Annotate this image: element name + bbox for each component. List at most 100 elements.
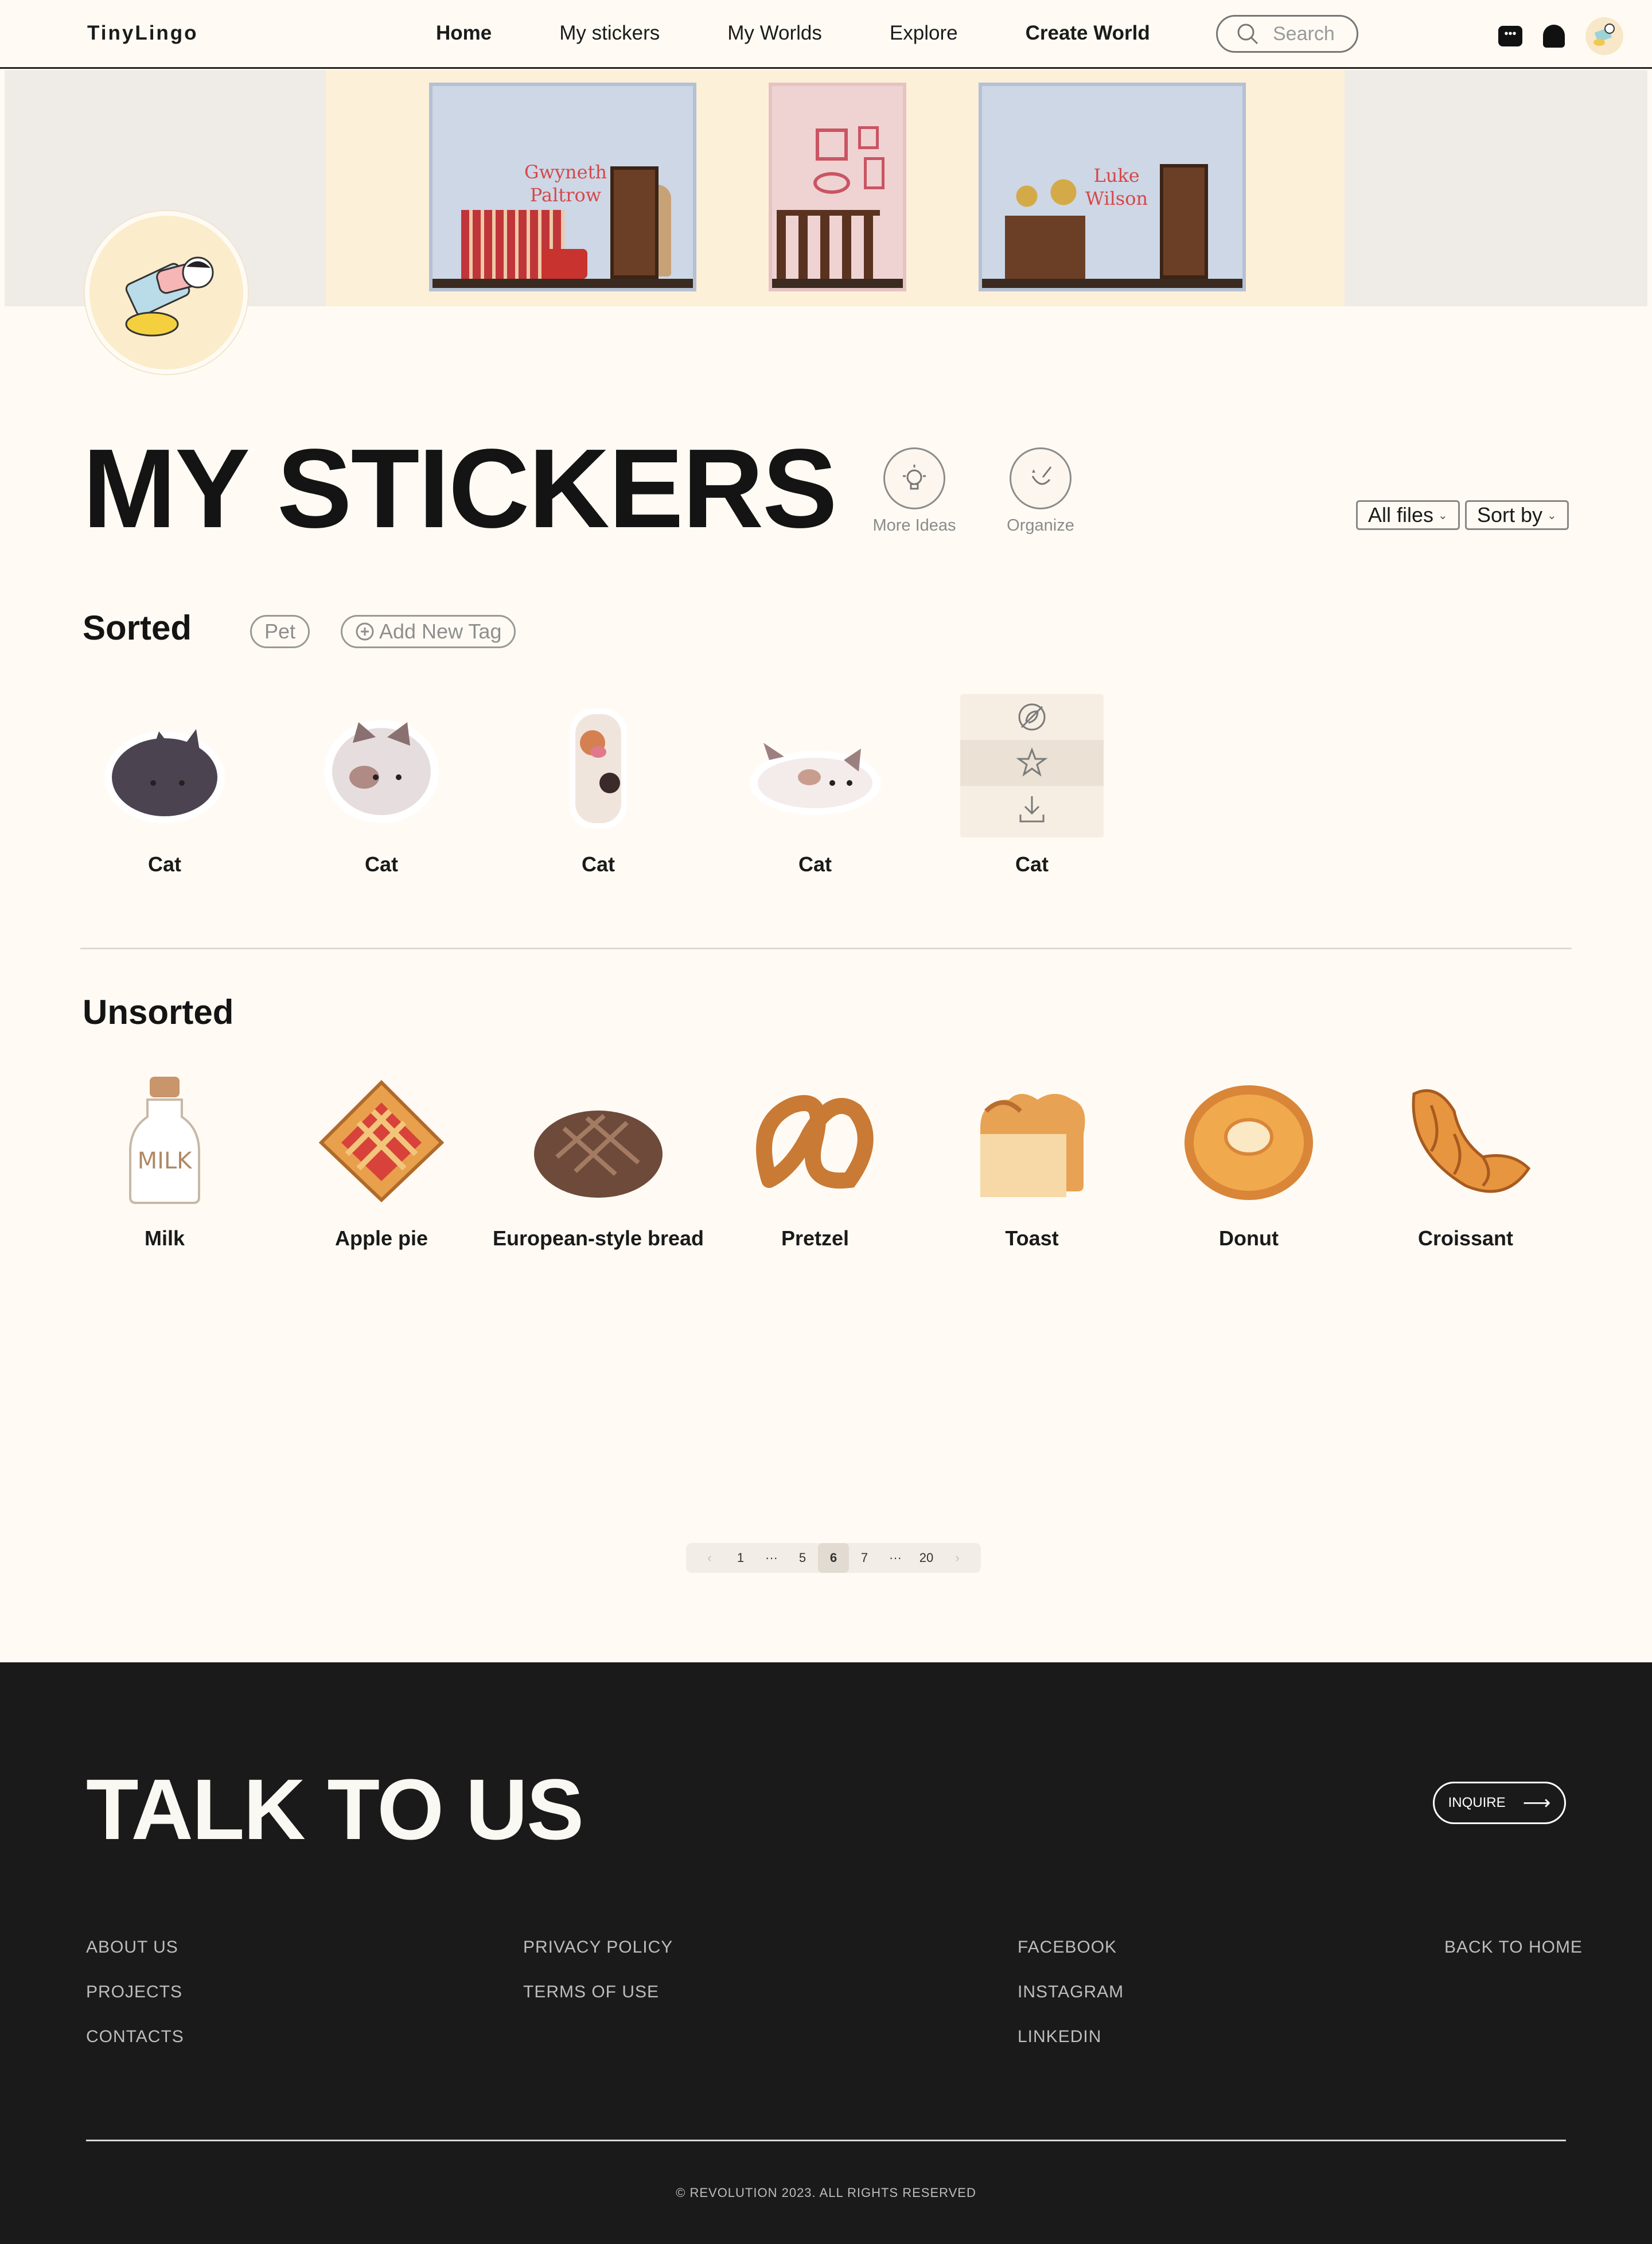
footer-link-about[interactable]: ABOUT US	[86, 1938, 184, 1957]
room-thumbnail[interactable]: Gwyneth Paltrow	[429, 83, 696, 291]
frame-illustration	[816, 128, 848, 161]
lightbulb-icon	[883, 447, 945, 509]
more-ideas-label: More Ideas	[872, 516, 956, 535]
download-action[interactable]	[960, 786, 1104, 832]
milk-sticker-image: MILK	[93, 1068, 236, 1211]
add-tag-button[interactable]: Add New Tag	[341, 615, 516, 648]
hide-action[interactable]	[960, 694, 1104, 740]
door-illustration	[1160, 164, 1208, 279]
frame-illustration	[864, 157, 885, 189]
room-thumbnail[interactable]	[769, 83, 906, 291]
sticker-name: Cat	[364, 852, 398, 876]
sticker-card-hover[interactable]: Cat	[924, 694, 1140, 878]
logo[interactable]: TinyLingo	[87, 22, 198, 45]
add-tag-label: Add New Tag	[379, 620, 502, 643]
room-label: Luke Wilson	[1085, 165, 1148, 209]
sticker-name: European-style bread	[492, 1226, 704, 1250]
plus-circle-icon	[356, 622, 374, 641]
nav-create-world[interactable]: Create World	[1026, 22, 1150, 45]
page-button[interactable]: 1	[725, 1543, 756, 1573]
sticker-name: Milk	[144, 1226, 185, 1250]
page-button[interactable]: 5	[787, 1543, 818, 1573]
profile-banner: Gwyneth Paltrow Luke Wilson	[5, 70, 1647, 306]
footer-link-facebook[interactable]: FACEBOOK	[1018, 1938, 1124, 1957]
nav-my-worlds[interactable]: My Worlds	[727, 22, 822, 45]
footer-col-company: ABOUT US PROJECTS CONTACTS	[86, 1938, 184, 2047]
sticker-thumb	[960, 694, 1104, 837]
sorted-heading: Sorted	[83, 609, 192, 647]
tag-pet[interactable]: Pet	[250, 615, 310, 648]
chat-icon[interactable]: •••	[1498, 26, 1522, 46]
cat-sticker-image	[310, 694, 453, 837]
footer-link-instagram[interactable]: INSTAGRAM	[1018, 1982, 1124, 2002]
nav-explore[interactable]: Explore	[890, 22, 958, 45]
footer-col-social: FACEBOOK INSTAGRAM LINKEDIN	[1018, 1938, 1124, 2047]
sticker-card[interactable]: Apple pie	[273, 1068, 490, 1252]
footer: TALK TO US INQUIRE ⟶ ABOUT US PROJECTS C…	[0, 1662, 1652, 2244]
next-page-button[interactable]: ›	[942, 1543, 973, 1573]
mirror-illustration	[813, 172, 850, 194]
sticker-card[interactable]: Pretzel	[707, 1068, 924, 1252]
frame-illustration	[858, 126, 879, 149]
page-button[interactable]: 7	[849, 1543, 880, 1573]
search-input[interactable]: Search	[1216, 15, 1358, 53]
search-icon	[1237, 24, 1259, 45]
sticker-action-menu	[960, 694, 1104, 837]
sticker-card[interactable]: Cat	[56, 694, 273, 878]
footer-link-contacts[interactable]: CONTACTS	[86, 2027, 184, 2047]
profile-avatar[interactable]	[85, 211, 248, 374]
floor	[433, 279, 693, 288]
bell-icon[interactable]	[1543, 25, 1565, 48]
room-label: Gwyneth Paltrow	[524, 161, 607, 206]
section-divider	[80, 948, 1572, 949]
page-button[interactable]: 20	[911, 1543, 942, 1573]
sticker-card[interactable]: Donut	[1140, 1068, 1357, 1252]
cat-sticker-image	[743, 694, 887, 837]
sticker-name: Toast	[1005, 1226, 1059, 1250]
favorite-action[interactable]	[960, 740, 1104, 786]
footer-link-linkedin[interactable]: LINKEDIN	[1018, 2027, 1124, 2047]
footer-divider	[86, 2140, 1566, 2141]
room-thumbnail[interactable]: Luke Wilson	[979, 83, 1246, 291]
sticker-card[interactable]: Cat	[490, 694, 707, 878]
top-navbar: TinyLingo Home My stickers My Worlds Exp…	[0, 0, 1652, 69]
files-filter-dropdown[interactable]: All files ⌄	[1356, 500, 1460, 530]
inquire-button[interactable]: INQUIRE ⟶	[1433, 1782, 1566, 1824]
nav-home[interactable]: Home	[436, 22, 492, 45]
unsorted-grid: MILK Milk Apple pie European-style bread…	[56, 1068, 1574, 1252]
trophies-illustration	[999, 172, 1091, 212]
star-icon	[1016, 747, 1048, 777]
footer-link-privacy[interactable]: PRIVACY POLICY	[523, 1938, 673, 1957]
sticker-card[interactable]: MILK Milk	[56, 1068, 273, 1252]
unsorted-heading: Unsorted	[83, 993, 234, 1031]
sticker-name: Croissant	[1417, 1226, 1514, 1250]
current-page[interactable]: 6	[818, 1543, 849, 1573]
nav-links: Home My stickers My Worlds Explore Creat…	[436, 22, 1218, 45]
footer-link-terms[interactable]: TERMS OF USE	[523, 1982, 673, 2002]
download-icon	[1019, 796, 1045, 823]
sticker-name: Cat	[581, 852, 615, 876]
sticker-name: Donut	[1219, 1226, 1279, 1250]
sticker-card[interactable]: Croissant	[1357, 1068, 1574, 1252]
sticker-card[interactable]: Cat	[707, 694, 924, 878]
sticker-card[interactable]: Toast	[924, 1068, 1140, 1252]
arrow-right-icon: ⟶	[1522, 1792, 1551, 1814]
more-ideas-button[interactable]: More Ideas	[863, 447, 966, 535]
footer-link-projects[interactable]: PROJECTS	[86, 1982, 184, 2002]
donut-sticker-image	[1177, 1068, 1320, 1211]
chevron-down-icon: ⌄	[1547, 509, 1557, 522]
sticker-card[interactable]: European-style bread	[490, 1068, 707, 1252]
prev-page-button[interactable]: ‹	[694, 1543, 725, 1573]
nav-my-stickers[interactable]: My stickers	[559, 22, 660, 45]
sticker-card[interactable]: Cat	[273, 694, 490, 878]
organize-button[interactable]: Organize	[989, 447, 1092, 535]
user-avatar[interactable]	[1585, 17, 1623, 55]
floor	[772, 279, 903, 288]
chevron-down-icon: ⌄	[1438, 509, 1448, 522]
croissant-sticker-image	[1394, 1068, 1537, 1211]
inquire-label: INQUIRE	[1448, 1795, 1506, 1810]
floor	[982, 279, 1242, 288]
sort-dropdown[interactable]: Sort by ⌄	[1465, 500, 1569, 530]
sticker-name: Apple pie	[334, 1226, 428, 1250]
footer-link-back-home[interactable]: BACK TO HOME	[1444, 1938, 1583, 1957]
